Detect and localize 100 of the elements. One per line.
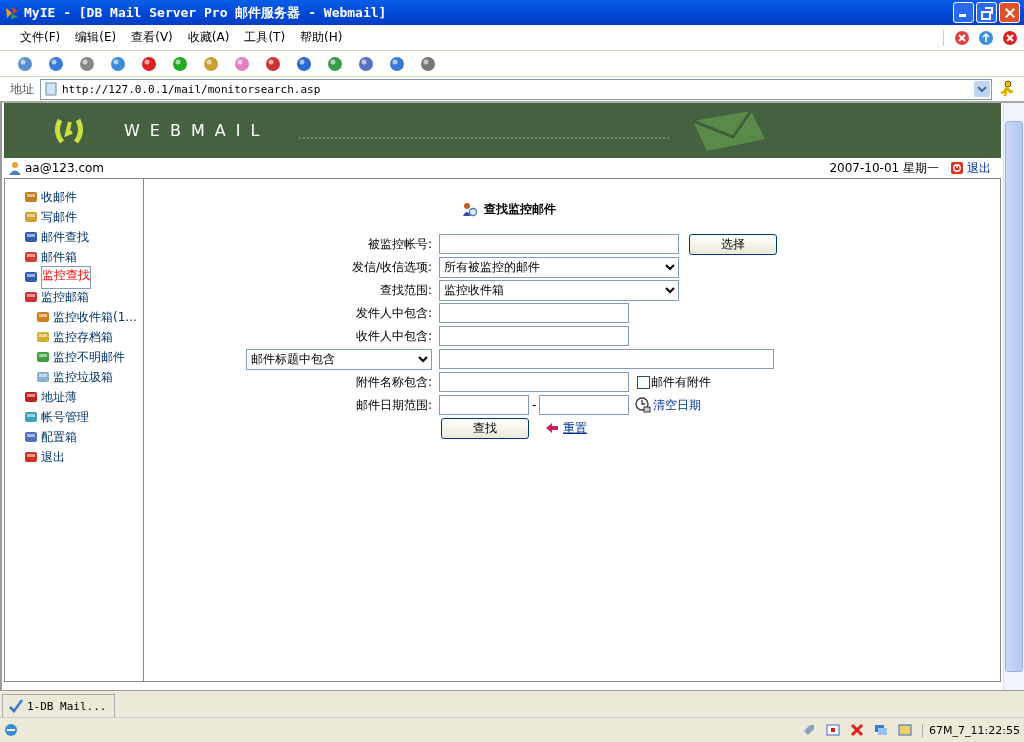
folder-item-icon — [23, 249, 39, 265]
field-label: 附件名称包含: — [355, 373, 432, 391]
menu-item[interactable]: 查看(V) — [125, 29, 182, 46]
dropdown-select[interactable]: 所有被监控的邮件 — [439, 256, 679, 278]
window-icon[interactable] — [826, 723, 841, 737]
reset-link[interactable]: 重置 — [563, 419, 587, 437]
sidebar-item[interactable]: 地址薄 — [41, 388, 77, 406]
attachment-input[interactable] — [439, 372, 629, 392]
power-icon — [950, 161, 964, 175]
restore-button[interactable] — [976, 2, 997, 23]
field-label: 发件人中包含: — [355, 304, 432, 322]
close-icon[interactable] — [850, 723, 865, 737]
subject-select[interactable]: 邮件标题中包含 — [246, 348, 432, 370]
folder-item-icon — [23, 449, 39, 465]
menu-item[interactable]: 编辑(E) — [69, 29, 126, 46]
menu-item[interactable]: 工具(T) — [238, 29, 295, 46]
windows-icon[interactable] — [874, 723, 889, 737]
date-text: 2007-10-01 星期一 — [829, 159, 939, 177]
menu-item[interactable]: 帮助(H) — [294, 29, 352, 46]
folder-item-icon — [23, 269, 39, 285]
sidebar-item[interactable]: 退出 — [41, 448, 65, 466]
folder-item-icon — [23, 389, 39, 405]
sidebar-item[interactable]: 监控垃圾箱 — [53, 368, 113, 386]
menu-item[interactable]: 收藏(A) — [181, 29, 239, 46]
menu-item[interactable]: 文件(F) — [14, 29, 70, 46]
toolbar-icon[interactable] — [419, 54, 437, 73]
running-person-icon[interactable] — [998, 80, 1016, 98]
status-text: 67M_7_11:22:55 — [922, 723, 1020, 737]
folder-item-icon — [35, 369, 51, 385]
person-search-icon — [462, 201, 478, 218]
tag-icon — [802, 723, 817, 737]
address-label: 地址 — [10, 80, 34, 98]
browser-tab[interactable]: 1-DB Mail... — [2, 694, 116, 717]
folder-item-icon — [35, 329, 51, 345]
date-input[interactable] — [439, 395, 529, 415]
checkbox[interactable] — [637, 375, 650, 389]
sidebar-item[interactable]: 收邮件 — [41, 188, 77, 206]
window-title: MyIE - [DB Mail Server Pro 邮件服务器 - Webmail] — [24, 3, 387, 22]
close-button[interactable] — [999, 2, 1020, 23]
toolbar-icon[interactable] — [295, 54, 313, 73]
sidebar-item[interactable]: 监控存档箱 — [53, 328, 113, 346]
checkbox-label: 邮件有附件 — [651, 373, 711, 391]
sidebar-item[interactable]: 监控查找 — [41, 265, 91, 289]
circle-x-icon[interactable] — [954, 29, 970, 46]
sidebar-item[interactable]: 监控收件箱(1... — [53, 308, 137, 326]
sidebar-item[interactable]: 写邮件 — [41, 208, 77, 226]
folder-item-icon — [35, 349, 51, 365]
toolbar-icon[interactable] — [264, 54, 282, 73]
field-label: 收件人中包含: — [355, 327, 432, 345]
toolbar-icon[interactable] — [388, 54, 406, 73]
toolbar-icon[interactable] — [233, 54, 251, 73]
folder-item-icon — [23, 229, 39, 245]
sidebar-item[interactable]: 帐号管理 — [41, 408, 89, 426]
page-icon — [44, 82, 58, 96]
folder-item-icon — [35, 309, 51, 325]
sidebar-item[interactable]: 监控邮箱 — [41, 288, 89, 306]
left-arrow-icon — [545, 421, 559, 435]
toolbar-icon[interactable] — [140, 54, 158, 73]
field-label: 被监控帐号: — [367, 235, 432, 253]
toolbar-icon[interactable] — [16, 54, 34, 73]
user-email: aa@123.com — [25, 161, 105, 175]
date-separator: - — [532, 398, 537, 412]
folder-item-icon — [23, 289, 39, 305]
address-field[interactable]: http://127.0.0.1/mail/monitorsearch.asp — [40, 78, 992, 100]
sidebar-item[interactable]: 邮件查找 — [41, 228, 89, 246]
dropdown-select[interactable]: 监控收件箱 — [439, 279, 679, 301]
subject-input[interactable] — [439, 349, 774, 369]
note-icon[interactable] — [898, 723, 913, 737]
field-label: 邮件日期范围: — [355, 396, 432, 414]
form-title: 查找监控邮件 — [484, 201, 556, 218]
toolbar-icon[interactable] — [326, 54, 344, 73]
sidebar-item[interactable]: 邮件箱 — [41, 248, 77, 266]
toolbar-icon[interactable] — [78, 54, 96, 73]
text-input[interactable] — [439, 303, 629, 323]
toolbar-icon[interactable] — [357, 54, 375, 73]
field-label: 发信/收信选项: — [351, 258, 432, 276]
logout-link[interactable]: 退出 — [967, 159, 991, 177]
select-button[interactable]: 选择 — [689, 233, 777, 255]
text-input[interactable] — [439, 326, 629, 346]
scrollbar[interactable] — [1003, 103, 1024, 690]
checkmark-icon — [9, 699, 23, 713]
folder-item-icon — [23, 409, 39, 425]
sidebar-item[interactable]: 配置箱 — [41, 428, 77, 446]
date-input[interactable] — [539, 395, 630, 415]
folder-item-icon — [23, 429, 39, 445]
account-input[interactable] — [439, 234, 679, 254]
logo-text: WEBMAIL — [124, 121, 270, 140]
sidebar-item[interactable]: 监控不明邮件 — [53, 348, 125, 366]
toolbar-icon[interactable] — [171, 54, 189, 73]
minimize-button[interactable] — [953, 2, 974, 23]
field-label: 查找范围: — [379, 281, 432, 299]
clear-date-link[interactable]: 清空日期 — [653, 396, 702, 414]
toolbar-icon[interactable] — [47, 54, 65, 73]
close-icon[interactable] — [1002, 29, 1018, 46]
toolbar-icon[interactable] — [202, 54, 220, 73]
clock-icon — [635, 397, 652, 413]
toolbar-icon[interactable] — [109, 54, 127, 73]
search-button[interactable]: 查找 — [441, 417, 529, 439]
folder-item-icon — [23, 209, 39, 225]
app-logo-icon — [4, 4, 20, 21]
